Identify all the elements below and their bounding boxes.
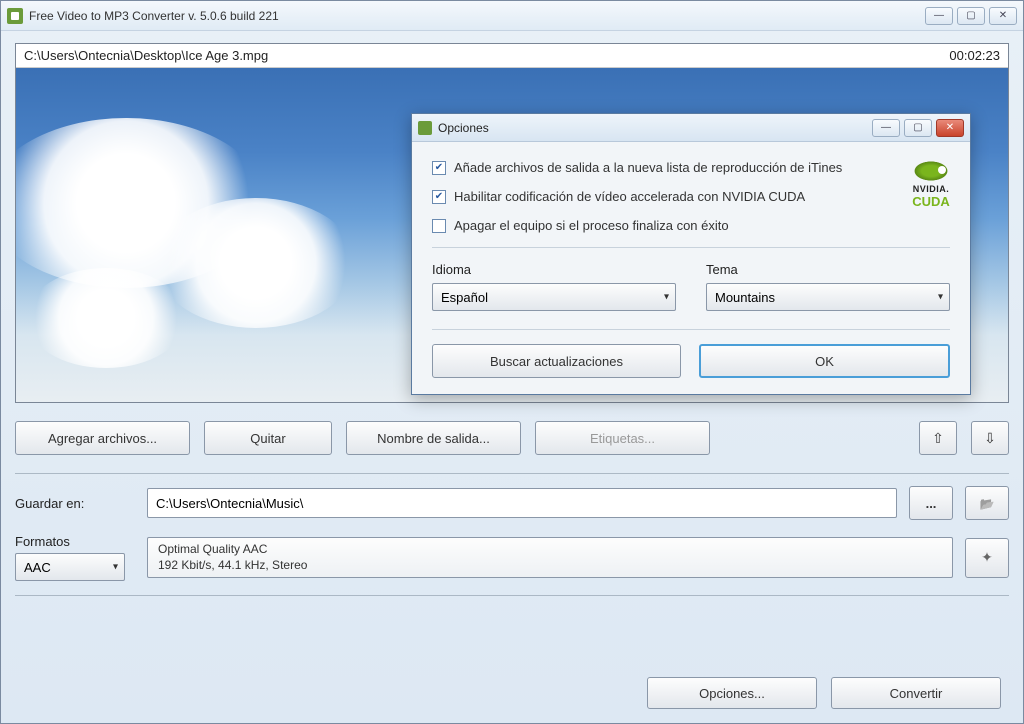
checkbox-cuda-row: ✔ Habilitar codificación de vídeo accele… [432,189,950,204]
folder-open-icon [980,496,995,511]
checkbox-itunes[interactable]: ✔ [432,161,446,175]
save-label: Guardar en: [15,496,135,511]
arrow-down-icon [984,430,996,447]
checkbox-itunes-row: ✔ Añade archivos de salida a la nueva li… [432,160,950,175]
cuda-text: CUDA [912,194,950,209]
options-dialog: Opciones — ▢ ✕ NVIDIA. CUDA ✔ Añade arch… [411,113,971,395]
checkbox-shutdown[interactable] [432,219,446,233]
dialog-titlebar[interactable]: Opciones — ▢ ✕ [412,114,970,142]
check-updates-button[interactable]: Buscar actualizaciones [432,344,681,378]
dialog-body: NVIDIA. CUDA ✔ Añade archivos de salida … [412,142,970,394]
ok-button[interactable]: OK [699,344,950,378]
dialog-app-icon [418,121,432,135]
close-button[interactable]: ✕ [989,7,1017,25]
main-window: Free Video to MP3 Converter v. 5.0.6 bui… [0,0,1024,724]
checkbox-shutdown-row: Apagar el equipo si el proceso finaliza … [432,218,950,233]
preset-wizard-button[interactable] [965,538,1009,578]
checkbox-cuda-label: Habilitar codificación de vídeo accelera… [454,189,805,204]
nvidia-text: NVIDIA. [912,184,950,194]
theme-select[interactable]: Mountains [706,283,950,311]
client-area: C:\Users\Ontecnia\Desktop\Ice Age 3.mpg … [1,31,1023,723]
output-name-button[interactable]: Nombre de salida... [346,421,521,455]
footer-buttons: Opciones... Convertir [647,677,1001,709]
titlebar[interactable]: Free Video to MP3 Converter v. 5.0.6 bui… [1,1,1023,31]
dialog-title: Opciones [438,121,872,135]
options-button[interactable]: Opciones... [647,677,817,709]
cuda-logo: NVIDIA. CUDA [912,160,950,209]
quality-line1: Optimal Quality AAC [158,542,942,558]
quality-line2: 192 Kbit/s, 44.1 kHz, Stereo [158,558,942,574]
language-select[interactable]: Español [432,283,676,311]
ellipsis-icon [926,496,937,511]
formats-row: Formatos AAC Optimal Quality AAC 192 Kbi… [15,534,1009,581]
toolbar-row: Agregar archivos... Quitar Nombre de sal… [15,421,1009,455]
wand-icon [981,549,993,566]
window-title: Free Video to MP3 Converter v. 5.0.6 bui… [29,9,925,23]
open-folder-button[interactable] [965,486,1009,520]
theme-field: Tema Mountains [706,262,950,311]
app-icon [7,8,23,24]
convert-button[interactable]: Convertir [831,677,1001,709]
file-duration: 00:02:23 [949,48,1000,63]
preview-header: C:\Users\Ontecnia\Desktop\Ice Age 3.mpg … [16,44,1008,68]
quality-display[interactable]: Optimal Quality AAC 192 Kbit/s, 44.1 kHz… [147,537,953,578]
remove-button[interactable]: Quitar [204,421,332,455]
save-path-input[interactable]: C:\Users\Ontecnia\Music\ [147,488,897,518]
language-field: Idioma Español [432,262,676,311]
tags-button[interactable]: Etiquetas... [535,421,710,455]
move-down-button[interactable] [971,421,1009,455]
language-label: Idioma [432,262,676,277]
file-path: C:\Users\Ontecnia\Desktop\Ice Age 3.mpg [24,48,949,63]
nvidia-eye-icon [912,160,950,182]
minimize-button[interactable]: — [925,7,953,25]
checkbox-itunes-label: Añade archivos de salida a la nueva list… [454,160,842,175]
maximize-button[interactable]: ▢ [957,7,985,25]
checkbox-shutdown-label: Apagar el equipo si el proceso finaliza … [454,218,729,233]
dialog-minimize-button[interactable]: — [872,119,900,137]
format-select[interactable]: AAC [15,553,125,581]
dialog-maximize-button[interactable]: ▢ [904,119,932,137]
move-up-button[interactable] [919,421,957,455]
checkbox-cuda[interactable]: ✔ [432,190,446,204]
formats-label: Formatos [15,534,135,549]
add-files-button[interactable]: Agregar archivos... [15,421,190,455]
arrow-up-icon [932,430,944,447]
save-row: Guardar en: C:\Users\Ontecnia\Music\ [15,486,1009,520]
browse-button[interactable] [909,486,953,520]
theme-label: Tema [706,262,950,277]
dialog-close-button[interactable]: ✕ [936,119,964,137]
